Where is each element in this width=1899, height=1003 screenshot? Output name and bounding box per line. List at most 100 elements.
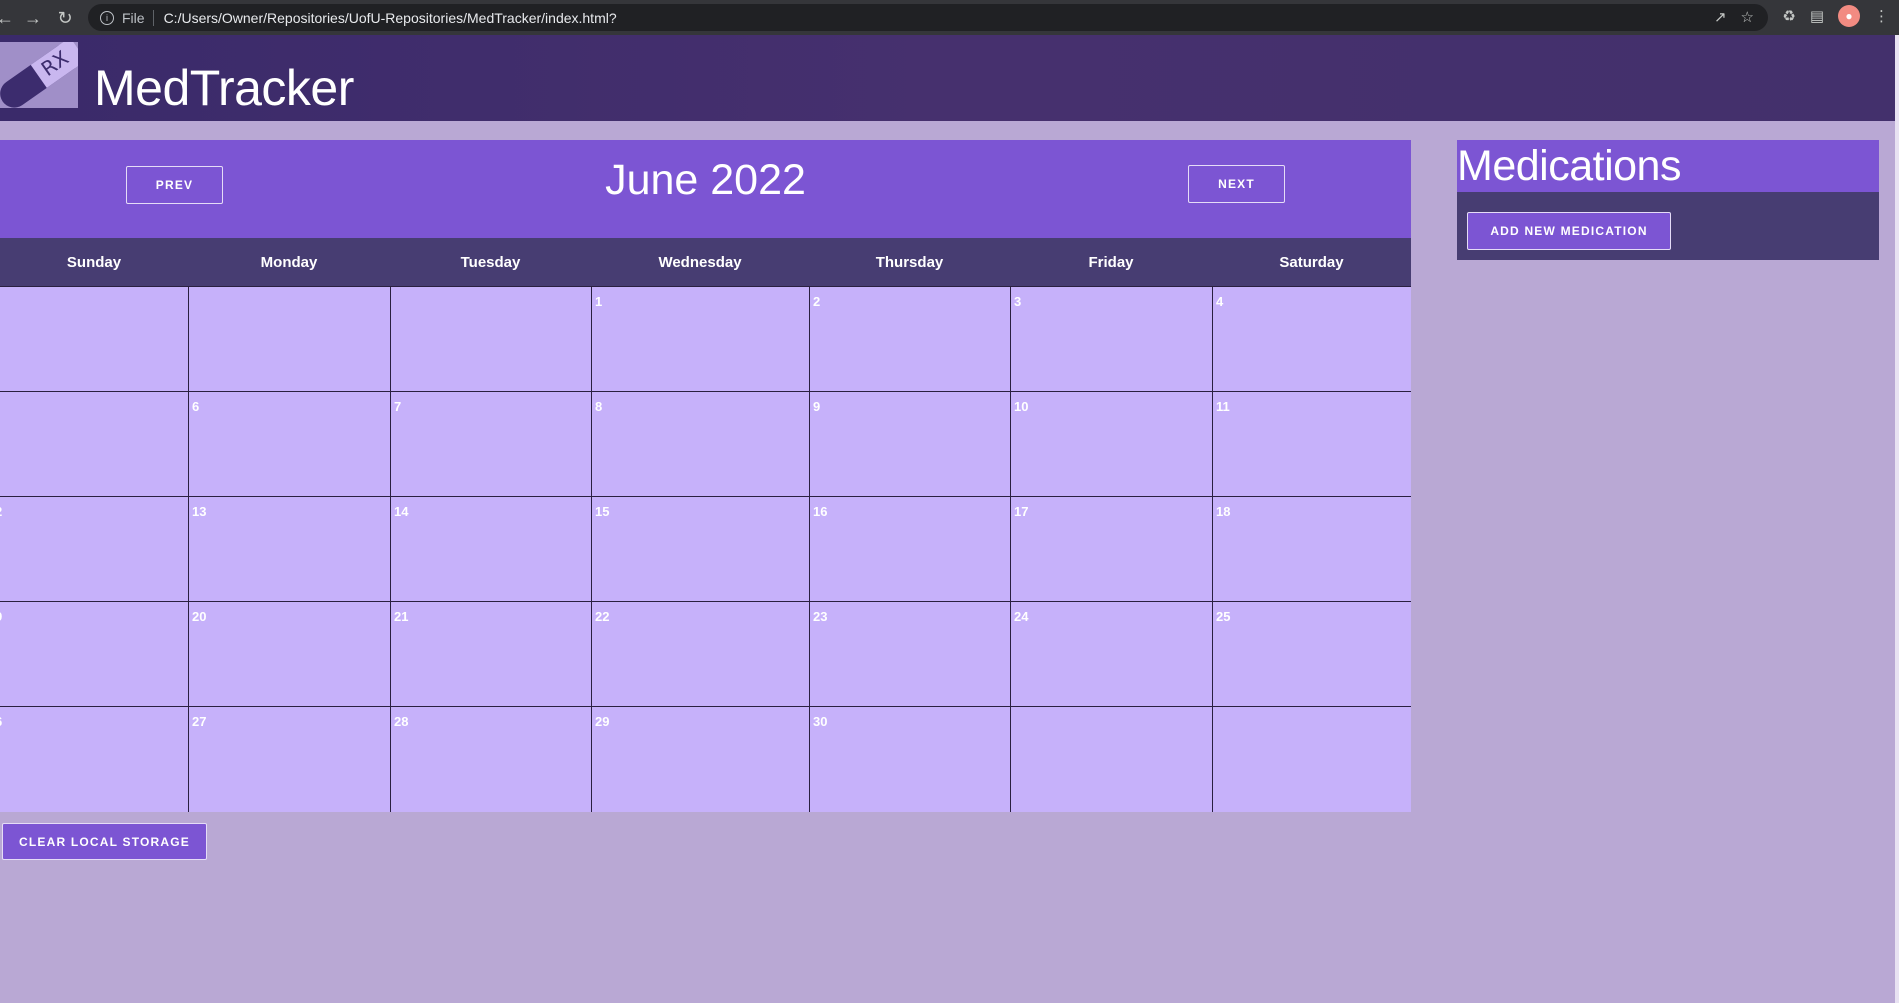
weekday-saturday: Saturday xyxy=(1279,253,1344,271)
day-cell[interactable]: 20 xyxy=(188,602,390,707)
weekday-friday: Friday xyxy=(1088,253,1134,271)
day-cell[interactable]: 3 xyxy=(1010,287,1212,392)
back-icon[interactable]: ← xyxy=(0,3,20,33)
day-number: 29 xyxy=(595,714,610,729)
day-cell[interactable] xyxy=(0,287,188,392)
day-number: 10 xyxy=(1014,399,1029,414)
calendar-grid: 1234678910112131415161718920212223242562… xyxy=(0,286,1411,812)
day-cell[interactable]: 1 xyxy=(591,287,809,392)
day-cell[interactable]: 6 xyxy=(0,707,188,812)
day-cell[interactable]: 8 xyxy=(591,392,809,497)
next-month-button[interactable]: NEXT xyxy=(1188,165,1285,203)
day-cell[interactable]: 13 xyxy=(188,497,390,602)
day-number: 13 xyxy=(192,504,207,519)
weekday-thursday: Thursday xyxy=(875,253,944,271)
medications-panel: Medications ADD NEW MEDICATION xyxy=(1457,140,1879,260)
add-medication-button[interactable]: ADD NEW MEDICATION xyxy=(1467,212,1671,250)
profile-avatar[interactable]: ● xyxy=(1838,5,1860,27)
day-number: 18 xyxy=(1216,504,1231,519)
day-cell[interactable]: 16 xyxy=(809,497,1010,602)
day-cell[interactable]: 21 xyxy=(390,602,591,707)
day-number: 3 xyxy=(1014,294,1022,309)
weekday-row: Sunday Monday Tuesday Wednesday Thursday… xyxy=(0,238,1411,286)
calendar-header: PREV June 2022 NEXT xyxy=(0,140,1411,238)
menu-icon[interactable]: ⋮ xyxy=(1874,7,1889,25)
info-icon[interactable]: i xyxy=(100,10,114,25)
day-cell[interactable]: 18 xyxy=(1212,497,1411,602)
day-number: 11 xyxy=(1216,399,1230,414)
day-cell[interactable]: 17 xyxy=(1010,497,1212,602)
reload-icon[interactable]: ↻ xyxy=(50,3,80,33)
clear-local-storage-button[interactable]: CLEAR LOCAL STORAGE xyxy=(2,823,207,860)
day-cell[interactable] xyxy=(188,287,390,392)
day-number: 22 xyxy=(595,609,610,624)
side-panel-icon[interactable]: ▤ xyxy=(1810,7,1824,25)
day-number: 21 xyxy=(394,609,409,624)
day-cell[interactable]: 2 xyxy=(809,287,1010,392)
day-number: 14 xyxy=(394,504,409,519)
day-number: 27 xyxy=(192,714,207,729)
day-cell[interactable]: 29 xyxy=(591,707,809,812)
url-text[interactable]: C:/Users/Owner/Repositories/UofU-Reposit… xyxy=(164,10,617,26)
address-bar[interactable]: i File C:/Users/Owner/Repositories/UofU-… xyxy=(88,4,1768,31)
url-scheme: File xyxy=(122,9,145,26)
day-number: 30 xyxy=(813,714,828,729)
day-cell[interactable]: 14 xyxy=(390,497,591,602)
day-cell[interactable]: 22 xyxy=(591,602,809,707)
day-cell[interactable]: 11 xyxy=(1212,392,1411,497)
extensions-icon[interactable]: ♻ xyxy=(1782,7,1795,25)
star-icon[interactable]: ☆ xyxy=(1741,8,1754,26)
day-number: 28 xyxy=(394,714,409,729)
day-number: 16 xyxy=(813,504,828,519)
url-separator xyxy=(152,9,154,26)
day-number: 2 xyxy=(813,294,821,309)
day-number: 9 xyxy=(0,609,2,624)
day-number: 17 xyxy=(1014,504,1029,519)
medications-title: Medications xyxy=(1457,142,1681,190)
day-number: 23 xyxy=(813,609,828,624)
day-number: 7 xyxy=(394,399,402,414)
day-number: 15 xyxy=(595,504,610,519)
day-number: 25 xyxy=(1216,609,1231,624)
rx-pill-logo: RX xyxy=(0,42,78,108)
app-header: RX MedTracker xyxy=(0,35,1895,121)
day-cell[interactable]: 15 xyxy=(591,497,809,602)
day-number: 6 xyxy=(0,714,2,729)
day-cell[interactable]: 23 xyxy=(809,602,1010,707)
day-cell[interactable]: 9 xyxy=(809,392,1010,497)
day-cell[interactable]: 25 xyxy=(1212,602,1411,707)
day-number: 6 xyxy=(192,399,200,414)
browser-toolbar: ← → ↻ i File C:/Users/Owner/Repositories… xyxy=(0,0,1899,35)
app-title: MedTracker xyxy=(94,60,354,116)
day-number: 4 xyxy=(1216,294,1224,309)
day-number: 24 xyxy=(1014,609,1029,624)
day-cell[interactable]: 10 xyxy=(1010,392,1212,497)
day-cell[interactable]: 6 xyxy=(188,392,390,497)
day-number: 20 xyxy=(192,609,207,624)
calendar: PREV June 2022 NEXT Sunday Monday Tuesda… xyxy=(0,140,1411,812)
day-cell[interactable]: 24 xyxy=(1010,602,1212,707)
share-icon[interactable]: ↗ xyxy=(1714,8,1727,26)
forward-icon[interactable]: → xyxy=(18,3,48,33)
medications-title-bar: Medications xyxy=(1457,140,1879,192)
day-cell[interactable]: 7 xyxy=(390,392,591,497)
day-number: 1 xyxy=(595,294,603,309)
weekday-sunday: Sunday xyxy=(66,253,122,271)
day-cell[interactable] xyxy=(1010,707,1212,812)
weekday-wednesday: Wednesday xyxy=(658,253,742,271)
day-number: 8 xyxy=(595,399,603,414)
day-cell[interactable]: 4 xyxy=(1212,287,1411,392)
day-cell[interactable]: 30 xyxy=(809,707,1010,812)
weekday-tuesday: Tuesday xyxy=(460,253,521,271)
day-number: 2 xyxy=(0,504,2,519)
day-cell[interactable] xyxy=(0,392,188,497)
pill-icon: RX xyxy=(0,42,78,108)
day-cell[interactable]: 9 xyxy=(0,602,188,707)
day-cell[interactable] xyxy=(390,287,591,392)
day-cell[interactable]: 2 xyxy=(0,497,188,602)
day-number: 9 xyxy=(813,399,821,414)
weekday-monday: Monday xyxy=(260,253,318,271)
day-cell[interactable] xyxy=(1212,707,1411,812)
day-cell[interactable]: 28 xyxy=(390,707,591,812)
day-cell[interactable]: 27 xyxy=(188,707,390,812)
